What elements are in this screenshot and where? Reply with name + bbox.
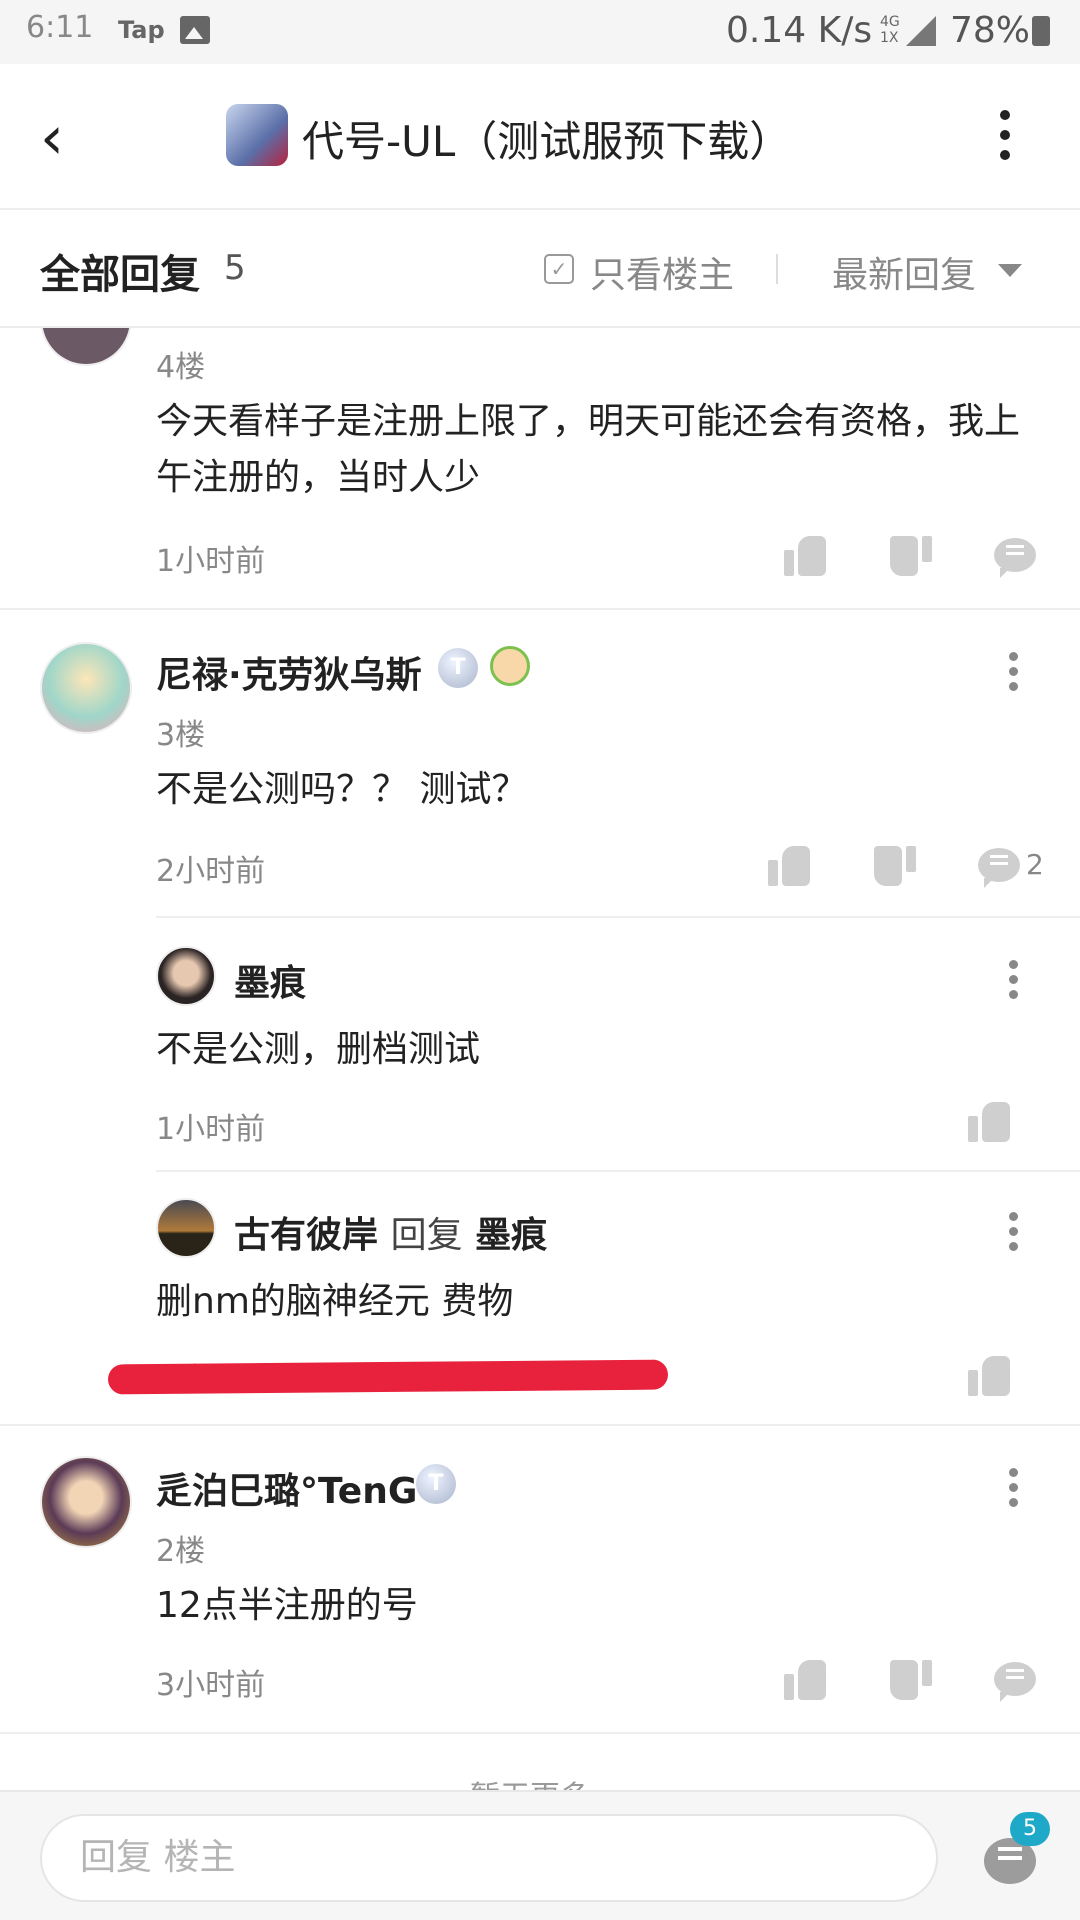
- only-op-toggle[interactable]: 只看楼主: [590, 246, 734, 298]
- more-options-icon[interactable]: [1009, 1212, 1021, 1257]
- reply-icon[interactable]: [994, 538, 1036, 578]
- comment-time: 2小时前: [156, 854, 266, 889]
- avatar[interactable]: [40, 1456, 132, 1548]
- floor-number: 4楼: [156, 350, 206, 385]
- thumbs-up-icon[interactable]: [968, 1356, 1010, 1396]
- more-options-icon[interactable]: [1000, 110, 1014, 170]
- avatar[interactable]: [40, 642, 132, 734]
- network-type: 4G 1X: [880, 14, 900, 46]
- thumbs-down-icon[interactable]: [874, 846, 916, 886]
- emoji-badge-icon: [490, 646, 530, 686]
- level-badge-icon: T: [416, 1464, 456, 1504]
- reply-bar: 回复 楼主 5: [0, 1790, 1080, 1920]
- more-options-icon[interactable]: [1009, 652, 1021, 697]
- username[interactable]: 墨痕: [234, 954, 306, 1006]
- comment-time: 3小时前: [156, 1668, 266, 1703]
- avatar[interactable]: [156, 946, 216, 1006]
- reply-divider: [156, 1170, 1080, 1172]
- thumbs-up-icon[interactable]: [784, 536, 826, 576]
- post-divider: [0, 1424, 1080, 1426]
- comment-time: 1小时前: [156, 544, 266, 579]
- avatar[interactable]: [156, 1198, 216, 1258]
- comment-text: 不是公测吗？？ 测试？: [156, 769, 528, 810]
- red-scribble: [107, 1359, 669, 1395]
- reply-count: 5: [224, 248, 246, 288]
- username[interactable]: 辵泊巳璐°TenG: [156, 1462, 417, 1514]
- status-time: 6:11: [26, 10, 94, 45]
- reply-input[interactable]: 回复 楼主: [40, 1814, 938, 1902]
- app-header: ‹ 代号-UL（测试服预下载）: [0, 64, 1080, 210]
- divider: [776, 254, 778, 284]
- tap-app-icon: Tap: [118, 16, 165, 44]
- post-divider: [0, 1732, 1080, 1734]
- floor-number: 3楼: [156, 718, 206, 753]
- game-icon[interactable]: [226, 104, 288, 166]
- all-replies-label: 全部回复: [40, 252, 200, 298]
- page-title: 代号-UL（测试服预下载）: [302, 117, 792, 166]
- image-icon: [180, 16, 210, 44]
- reply-count: 2: [1026, 848, 1044, 881]
- comment-text: 不是公测，删档测试: [156, 1029, 481, 1070]
- thumbs-down-icon[interactable]: [890, 536, 932, 576]
- floor-number: 2楼: [156, 1534, 206, 1569]
- network-speed: 0.14 K/s: [726, 10, 873, 51]
- reply-icon[interactable]: [978, 848, 1020, 888]
- back-arrow-icon[interactable]: ‹: [40, 108, 64, 168]
- reply-divider: [156, 916, 1080, 918]
- post-divider: [0, 608, 1080, 610]
- comment-count-badge: 5: [1010, 1812, 1050, 1846]
- username[interactable]: 古有彼岸 回复 墨痕: [234, 1206, 547, 1258]
- chevron-down-icon[interactable]: [998, 264, 1022, 277]
- thumbs-up-icon[interactable]: [768, 846, 810, 886]
- checkbox-icon[interactable]: ✓: [544, 254, 574, 284]
- thumbs-up-icon[interactable]: [784, 1660, 826, 1700]
- comment-text: 12点半注册的号: [156, 1585, 418, 1626]
- level-badge-icon: T: [438, 648, 478, 688]
- battery-icon: [1032, 16, 1050, 46]
- battery-percent: 78%: [950, 10, 1031, 51]
- reply-icon[interactable]: [994, 1662, 1036, 1702]
- comment-text: 今天看样子是注册上限了，明天可能还会有资格，我上午注册的，当时人少: [156, 401, 1021, 498]
- reply-filter-bar: 全部回复 5 ✓ 只看楼主 最新回复: [0, 212, 1080, 328]
- username[interactable]: 尼禄·克劳狄乌斯: [156, 646, 422, 698]
- signal-icon: [906, 16, 936, 46]
- comment-time: 1小时前: [156, 1112, 266, 1147]
- more-options-icon[interactable]: [1009, 960, 1021, 1005]
- thumbs-down-icon[interactable]: [890, 1660, 932, 1700]
- comment-text: 删nm的脑神经元 费物: [156, 1281, 514, 1322]
- thumbs-up-icon[interactable]: [968, 1102, 1010, 1142]
- status-bar: 6:11 Tap 0.14 K/s 4G 1X 78%: [0, 0, 1080, 64]
- more-options-icon[interactable]: [1009, 1468, 1021, 1513]
- sort-dropdown[interactable]: 最新回复: [832, 246, 976, 298]
